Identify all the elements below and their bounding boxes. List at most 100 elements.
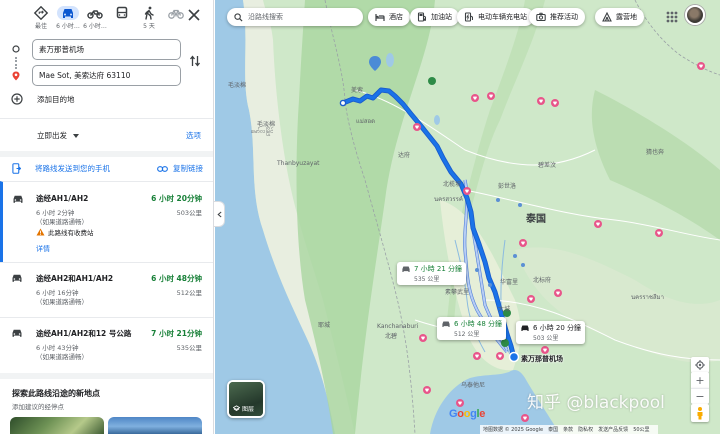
svg-text:♥: ♥ (475, 354, 480, 360)
suggested-stop-thumbnail[interactable] (108, 417, 202, 434)
route-option-2[interactable]: 途经AH2和AH1/AH2 6 小时 48分钟 6 小时 16分钟 512公里 … (0, 262, 213, 317)
bicycle-icon (168, 9, 184, 19)
route-distance: 512公里 (176, 289, 202, 297)
layers-button[interactable]: 图层 (227, 380, 265, 418)
camera-icon (536, 12, 546, 22)
crosshair-icon (695, 360, 705, 370)
section-divider (0, 373, 213, 379)
map-label: 毛淡棉 (228, 82, 247, 89)
walk-icon (144, 6, 154, 20)
copy-link-label: 复制链接 (173, 164, 203, 173)
chip-label: 酒店 (389, 13, 403, 21)
footer-terms[interactable]: 条款 (563, 426, 573, 433)
apps-grid-icon[interactable] (663, 8, 681, 26)
map-terrain: ♥ ♥♥ ♥ ♥♥♥♥ ♥♥♥♥ ♥♥♥♥ ♥♥♥ (215, 0, 720, 434)
street-view-pegman[interactable] (691, 404, 709, 422)
map-canvas[interactable]: ♥♥♥♥ ♥♥♥♥ ♥♥♥♥ ♥♥♥♥ ♥♥♥ 酒店 加油站 电动车辆充电站 推… (215, 0, 720, 434)
account-avatar[interactable] (685, 5, 705, 25)
car-icon (521, 325, 529, 332)
search-along-route[interactable] (227, 8, 363, 26)
suggested-stop-thumbnail[interactable] (10, 417, 104, 434)
map-label: แม่สอด (356, 118, 375, 125)
mode-driving[interactable]: 6 小时… (55, 6, 81, 34)
motorcycle-icon (87, 10, 103, 19)
mode-cycling[interactable] (163, 6, 189, 34)
send-to-phone-button[interactable]: 将路线发送到您的手机 (12, 163, 110, 174)
route-details-link[interactable]: 详情 (36, 244, 50, 254)
destination-pin-icon (12, 71, 20, 81)
search-icon (234, 12, 243, 22)
map-label: นครราชสีมา (631, 294, 664, 301)
close-icon[interactable] (187, 8, 201, 22)
route-callout-2[interactable]: 6 小時 48 分鐘 512 公里 (437, 317, 507, 340)
depart-time-dropdown[interactable]: 立即出发 (37, 130, 79, 141)
layers-icon (233, 405, 240, 411)
map-label: 大城 (498, 306, 511, 313)
callout-time: 7 小時 21 分鐘 (414, 265, 463, 273)
footer-privacy[interactable]: 隐私权 (578, 426, 593, 433)
chip-label: 加油站 (431, 13, 452, 21)
plus-icon: + (695, 373, 705, 387)
directions-panel: 最佳 6 小时… 6 小时… 5 天 添加目的地 (0, 0, 214, 434)
callout-distance: 535 公里 (414, 276, 440, 283)
pegman-icon (697, 407, 703, 420)
zoom-in-button[interactable]: + (691, 372, 709, 388)
svg-text:♥: ♥ (415, 125, 420, 131)
footer-feedback[interactable]: 发送产品反馈 (598, 426, 628, 433)
map-label: Thanbyuzayat (277, 160, 320, 167)
route-distance: 535公里 (176, 344, 202, 352)
mode-walking-label: 5 天 (143, 23, 155, 30)
svg-text:♥: ♥ (529, 297, 534, 303)
directions-diamond-icon (33, 6, 49, 20)
map-label: 北碧 (385, 333, 398, 340)
destination-input[interactable] (32, 65, 181, 86)
google-logo: Google (449, 408, 486, 420)
mode-motorcycle[interactable]: 6 小时… (82, 6, 108, 34)
options-button[interactable]: 选项 (186, 130, 201, 141)
map-label: 乌泰他尼 (461, 382, 486, 389)
mode-transit[interactable] (109, 6, 135, 34)
my-location-button[interactable] (691, 357, 709, 373)
chip-label: 推荐活动 (550, 13, 578, 21)
chip-campgrounds[interactable]: 露营地 (595, 8, 644, 26)
chip-gas-stations[interactable]: 加油站 (410, 8, 459, 26)
route-callout-1[interactable]: 6 小時 20 分鐘 503 公里 (516, 321, 586, 344)
chip-things-to-do[interactable]: 推荐活动 (529, 8, 585, 26)
svg-text:♥: ♥ (425, 388, 430, 394)
layers-label: 图层 (242, 406, 255, 413)
warning-icon (36, 228, 45, 236)
explore-title: 探索此路线沿途的新地点 (12, 389, 100, 398)
bed-icon (375, 14, 385, 21)
route-option-3[interactable]: 途经AH1/AH2和12 号公路 7 小时 21分钟 6 小时 43分钟 535… (0, 317, 213, 373)
map-label: 北标府 (533, 277, 552, 284)
route-traffic-note: （如果道路通畅） (36, 353, 88, 361)
origin-input[interactable] (32, 39, 181, 60)
add-circle-icon (11, 93, 23, 105)
mode-motorcycle-label: 6 小时… (83, 23, 107, 30)
callout-distance: 512 公里 (454, 331, 480, 338)
chip-ev-charging[interactable]: 电动车辆充电站 (457, 8, 534, 26)
add-destination-label: 添加目的地 (37, 94, 75, 104)
route-option-1[interactable]: 途经AH1/AH2 6 小时 20分钟 6 小时 2分钟 503公里 （如果道路… (0, 181, 213, 262)
map-label: 北榄坡 (443, 181, 462, 188)
chip-hotels[interactable]: 酒店 (368, 8, 410, 26)
add-destination-button[interactable]: 添加目的地 (11, 93, 75, 105)
search-input[interactable] (248, 13, 358, 21)
footer-scale[interactable]: 50公里 (633, 426, 649, 433)
link-icon (157, 165, 168, 172)
swap-arrows-icon[interactable] (188, 54, 202, 68)
zoom-out-button[interactable]: − (691, 388, 709, 404)
footer-region[interactable]: 泰国 (548, 426, 558, 433)
route-via: 途经AH2和AH1/AH2 (36, 274, 114, 283)
mode-best[interactable]: 最佳 (28, 6, 54, 34)
copy-link-button[interactable]: 复制链接 (157, 163, 203, 174)
route-duration: 6 小时 48分钟 (151, 274, 202, 283)
route-callout-3[interactable]: 7 小時 21 分鐘 535 公里 (397, 262, 467, 285)
map-label: 耶城 (318, 322, 331, 329)
divider (0, 118, 213, 119)
country-label: 泰国 (526, 214, 546, 225)
collapse-panel-button[interactable] (214, 201, 225, 227)
origin-dot-icon (12, 45, 20, 53)
chevron-left-icon (216, 211, 222, 217)
mode-walking[interactable]: 5 天 (136, 6, 162, 34)
